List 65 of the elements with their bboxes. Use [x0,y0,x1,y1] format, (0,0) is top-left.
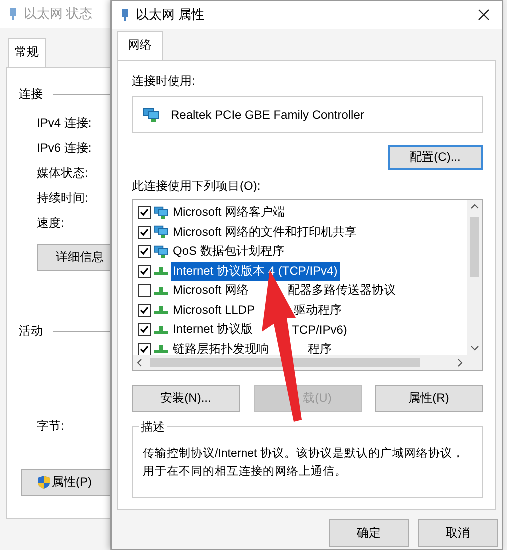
group-label: 活动 [19,323,43,340]
network-protocol-icon [154,326,168,334]
window-title: 以太网 属性 [136,6,205,24]
checkbox[interactable] [138,304,151,317]
scroll-left-icon[interactable] [137,358,142,366]
list-item[interactable]: Microsoft LLDP [171,302,258,318]
window-title: 以太网 状态 [24,5,93,23]
field-label: 连接时使用: [132,73,196,90]
scrollbar-thumb[interactable] [150,358,420,367]
configure-button[interactable]: 配置(C)... [388,145,483,170]
list-item[interactable]: Microsoft 网络的文件和打印机共享 [171,222,360,242]
details-button[interactable]: 详细信息 [37,244,110,271]
tab[interactable]: 网络 [117,31,163,60]
vertical-scrollbar[interactable] [467,200,482,355]
checkbox[interactable] [138,226,151,239]
scrollbar-thumb[interactable] [470,217,479,277]
scroll-down-icon[interactable] [470,346,478,351]
network-computer-icon [154,206,168,220]
description-text: 传输控制协议/Internet 协议。该协议是默认的广域网络协议，用于在不同的相互连接的网络上通信。 [143,448,464,478]
checkbox[interactable] [138,206,151,220]
properties-button[interactable]: 属性(P) [21,469,110,496]
list-label: 此连接使用下列项目(O): [132,178,262,195]
field-label: 持续时间: [37,190,90,207]
scroll-right-icon[interactable] [458,358,463,366]
action-button[interactable]: 属性(R) [375,385,483,412]
checkbox[interactable] [138,342,151,355]
network-protocol-icon [154,306,168,314]
network-computer-icon [154,225,168,240]
list-item[interactable]: Microsoft 网络客户端 [171,203,288,222]
network-protocol-icon [154,286,168,295]
action-button[interactable]: 安装(N)... [132,385,240,412]
scroll-up-icon[interactable] [470,204,478,209]
checkbox[interactable] [138,245,151,258]
network-computer-icon [154,244,168,259]
network-adapter-icon [10,8,16,20]
tab[interactable]: 常规 [8,38,46,67]
dialog-button[interactable]: 取消 [418,519,498,547]
checkbox[interactable] [138,323,151,336]
list-item[interactable]: TCP/IPv6) [292,322,348,337]
list-item[interactable]: Internet 协议版本 4 (TCP/IPv4) [171,262,340,281]
adapter-field: Realtek PCIe GBE Family Controller [132,96,483,133]
network-protocol-icon [154,345,168,354]
list-item[interactable]: 链路层拓扑发现响 [171,340,271,355]
list-item[interactable]: Microsoft 网络 [171,281,252,300]
field-label: 字节: [37,419,64,433]
checkbox[interactable] [138,284,151,298]
list-item[interactable]: QoS 数据包计划程序 [171,242,286,262]
close-icon[interactable] [478,9,490,21]
checkbox[interactable] [138,264,151,278]
field-label: IPv4 连接: [37,115,93,132]
network-protocol-icon [154,267,168,276]
list-item[interactable]: 配器多路传送器协议 [288,282,396,300]
group-label: 连接 [19,86,43,103]
field-label: IPv6 连接: [37,140,93,157]
field-label: 媒体状态: [37,165,90,182]
horizontal-scrollbar[interactable] [133,355,467,370]
list-item[interactable]: 程序 [308,340,332,355]
shield-icon [38,476,50,489]
dialog-button[interactable]: 确定 [329,519,409,547]
list-item[interactable]: 驱动程序 [294,302,342,319]
group-label: 描述 [139,418,167,436]
field-label: 速度: [37,215,66,232]
list-item[interactable]: Internet 协议版 [171,320,256,340]
network-adapter-icon [122,9,128,21]
network-computer-icon [143,108,159,122]
